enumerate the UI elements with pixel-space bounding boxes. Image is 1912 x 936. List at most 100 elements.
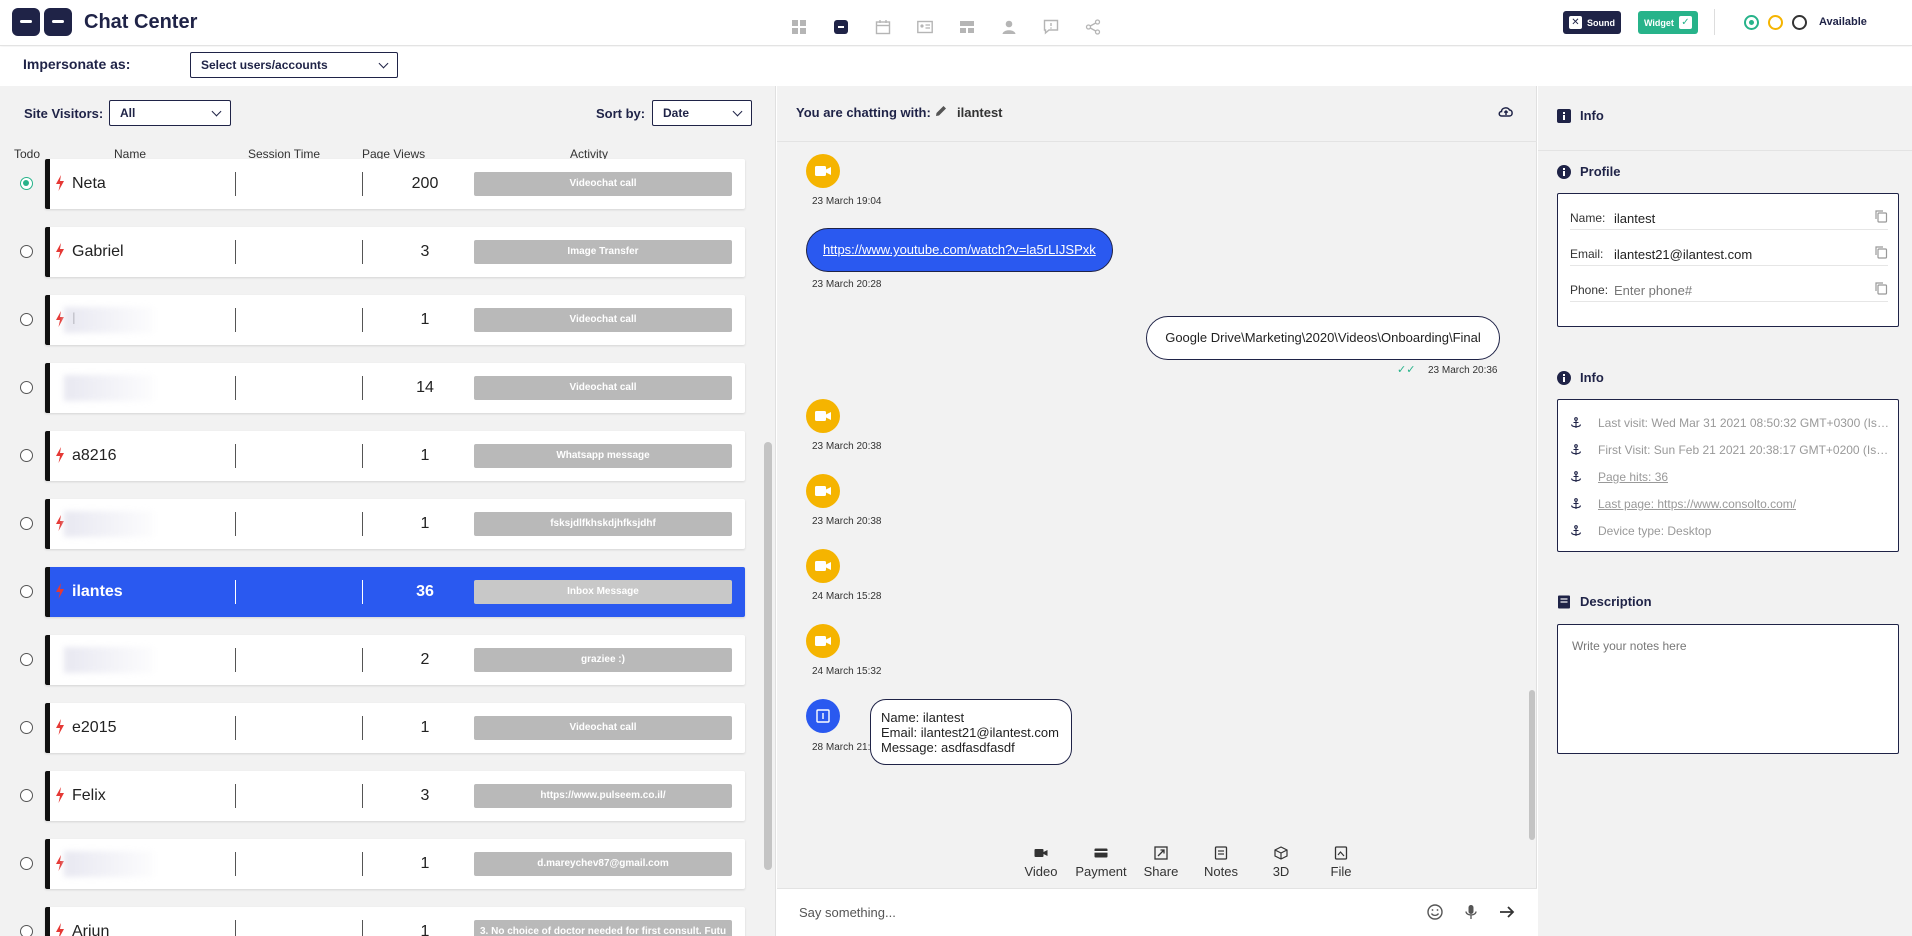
todo-radio[interactable] <box>20 585 33 598</box>
activity-badge[interactable]: graziee :) <box>474 648 732 672</box>
feedback-icon[interactable] <box>1030 10 1072 44</box>
video-tool-label: Video <box>1024 864 1058 879</box>
todo-radio[interactable] <box>20 721 33 734</box>
status-away-radio[interactable] <box>1768 15 1783 30</box>
payment-tool-button[interactable]: Payment <box>1071 846 1131 879</box>
visitor-row[interactable]: 1 d.mareychev87@gmail.com <box>0 829 760 897</box>
page-views-count: 36 <box>416 583 434 600</box>
dashboard-icon[interactable] <box>778 10 820 44</box>
activity-badge[interactable]: Videochat call <box>474 308 732 332</box>
visitor-row[interactable]: l1Videochat call <box>0 285 760 353</box>
contact-card-icon[interactable] <box>904 10 946 44</box>
video-tool-button[interactable]: Video <box>1011 846 1071 879</box>
widget-toggle[interactable]: Widget ✓ <box>1638 11 1698 34</box>
visitor-card[interactable]: Neta 200 Videochat call <box>45 159 745 209</box>
activity-badge[interactable]: Videochat call <box>474 172 732 196</box>
todo-radio[interactable] <box>20 449 33 462</box>
todo-radio[interactable] <box>20 925 33 936</box>
chat-scrollbar[interactable] <box>1529 690 1535 840</box>
microphone-icon[interactable] <box>1462 903 1480 921</box>
visitor-row[interactable]: a8216 1 Whatsapp message <box>0 421 760 489</box>
visitor-row[interactable]: 2 graziee :) <box>0 625 760 693</box>
youtube-link-message[interactable]: https://www.youtube.com/watch?v=la5rLIJS… <box>806 228 1113 272</box>
form-submission-message[interactable] <box>806 699 840 733</box>
todo-radio[interactable] <box>20 381 33 394</box>
last-page-item[interactable]: Last page: https://www.consolto.com/ <box>1570 495 1892 513</box>
user-icon[interactable] <box>988 10 1030 44</box>
video-call-message[interactable] <box>806 154 840 188</box>
visitor-card[interactable]: 1 fsksjdlfkhskdjhfksjdhf <box>45 499 745 549</box>
visitor-row[interactable]: 14 Videochat call <box>0 353 760 421</box>
activity-badge[interactable]: https://www.pulseem.co.il/ <box>474 784 732 808</box>
sound-toggle[interactable]: ✕ Sound <box>1563 11 1621 34</box>
visitor-card[interactable]: 1 d.mareychev87@gmail.com <box>45 839 745 889</box>
copy-icon[interactable] <box>1874 281 1888 295</box>
site-visitors-select[interactable]: All <box>109 100 231 126</box>
notes-tool-button[interactable]: Notes <box>1191 846 1251 879</box>
description-textarea[interactable] <box>1557 624 1899 754</box>
pencil-icon[interactable] <box>934 104 948 118</box>
video-call-message[interactable] <box>806 549 840 583</box>
profile-phone-input[interactable] <box>1614 283 1844 298</box>
visitor-name: Gabriel <box>72 243 124 260</box>
share-icon[interactable] <box>1072 10 1114 44</box>
todo-radio[interactable] <box>20 653 33 666</box>
visitor-card[interactable]: Gabriel 3 Image Transfer <box>45 227 745 277</box>
todo-radio[interactable] <box>20 245 33 258</box>
share-tool-button[interactable]: Share <box>1131 846 1191 879</box>
message-input[interactable] <box>799 905 1399 920</box>
status-available-radio[interactable] <box>1744 15 1759 30</box>
activity-badge[interactable]: Inbox Message <box>474 580 732 604</box>
cloud-upload-icon[interactable] <box>1497 102 1515 120</box>
visitor-row[interactable]: Gabriel 3 Image Transfer <box>0 217 760 285</box>
file-tool-button[interactable]: File <box>1311 846 1371 879</box>
profile-name-input[interactable] <box>1614 211 1844 226</box>
video-call-message[interactable] <box>806 399 840 433</box>
activity-badge[interactable]: Image Transfer <box>474 240 732 264</box>
activity-badge[interactable]: fsksjdlfkhskdjhfksjdhf <box>474 512 732 536</box>
status-offline-radio[interactable] <box>1792 15 1807 30</box>
visitor-card[interactable]: e2015 1 Videochat call <box>45 703 745 753</box>
profile-email-input[interactable] <box>1614 247 1844 262</box>
list-icon[interactable] <box>946 10 988 44</box>
todo-radio[interactable] <box>20 789 33 802</box>
3d-tool-button[interactable]: 3D <box>1251 846 1311 879</box>
emoji-icon[interactable] <box>1426 903 1444 921</box>
visitor-card[interactable]: 14 Videochat call <box>45 363 745 413</box>
visitor-row[interactable]: Felix 3 https://www.pulseem.co.il/ <box>0 761 760 829</box>
visitor-row[interactable]: ilantes 36 Inbox Message <box>0 557 760 625</box>
visitor-card[interactable]: l1Videochat call <box>45 295 745 345</box>
visitor-card[interactable]: a8216 1 Whatsapp message <box>45 431 745 481</box>
activity-badge[interactable]: Videochat call <box>474 716 732 740</box>
todo-radio[interactable] <box>20 313 33 326</box>
todo-radio[interactable] <box>20 517 33 530</box>
activity-badge[interactable]: 3. No choice of doctor needed for first … <box>474 920 732 936</box>
visitor-card[interactable]: ilantes 36 Inbox Message <box>45 567 745 617</box>
visitor-card[interactable]: Arjun 1 3. No choice of doctor needed for … <box>45 907 745 936</box>
visitor-row[interactable]: 1 fsksjdlfkhskdjhfksjdhf <box>0 489 760 557</box>
copy-icon[interactable] <box>1874 245 1888 259</box>
visitor-card[interactable]: 2 graziee :) <box>45 635 745 685</box>
activity-badge[interactable]: Whatsapp message <box>474 444 732 468</box>
impersonate-select[interactable]: Select users/accounts <box>190 52 398 78</box>
visitor-row[interactable]: Arjun 1 3. No choice of doctor needed for … <box>0 897 760 936</box>
chat-icon[interactable] <box>820 10 862 50</box>
page-hits-link[interactable]: Page hits: 36 <box>1598 470 1668 484</box>
sort-by-select[interactable]: Date <box>652 100 752 126</box>
video-call-message[interactable] <box>806 474 840 508</box>
video-call-message[interactable] <box>806 624 840 658</box>
todo-radio[interactable] <box>20 177 33 190</box>
todo-radio[interactable] <box>20 857 33 870</box>
copy-icon[interactable] <box>1874 209 1888 223</box>
visitor-row[interactable]: Neta 200 Videochat call <box>0 149 760 217</box>
page-hits-item[interactable]: Page hits: 36 <box>1570 468 1892 486</box>
visitor-row[interactable]: e2015 1 Videochat call <box>0 693 760 761</box>
visitor-card[interactable]: Felix 3 https://www.pulseem.co.il/ <box>45 771 745 821</box>
activity-badge[interactable]: d.mareychev87@gmail.com <box>474 852 732 876</box>
send-arrow-icon[interactable] <box>1498 903 1516 921</box>
visitor-list-scrollbar[interactable] <box>764 442 772 870</box>
last-page-link[interactable]: Last page: https://www.consolto.com/ <box>1598 497 1796 511</box>
app-logo[interactable] <box>12 8 72 36</box>
calendar-icon[interactable] <box>862 10 904 44</box>
activity-badge[interactable]: Videochat call <box>474 376 732 400</box>
